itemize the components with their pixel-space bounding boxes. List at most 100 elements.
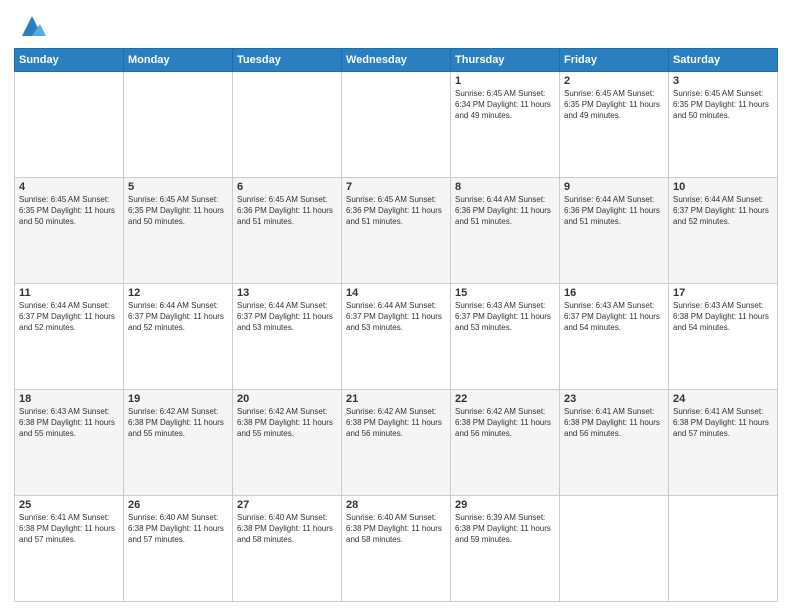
day-info: Sunrise: 6:43 AM Sunset: 6:37 PM Dayligh…: [564, 300, 664, 334]
day-number: 25: [19, 499, 119, 511]
day-info: Sunrise: 6:42 AM Sunset: 6:38 PM Dayligh…: [346, 406, 446, 440]
day-number: 18: [19, 393, 119, 405]
day-info: Sunrise: 6:41 AM Sunset: 6:38 PM Dayligh…: [673, 406, 773, 440]
day-info: Sunrise: 6:44 AM Sunset: 6:36 PM Dayligh…: [564, 194, 664, 228]
day-number: 27: [237, 499, 337, 511]
day-info: Sunrise: 6:41 AM Sunset: 6:38 PM Dayligh…: [564, 406, 664, 440]
day-info: Sunrise: 6:42 AM Sunset: 6:38 PM Dayligh…: [237, 406, 337, 440]
day-cell: 8Sunrise: 6:44 AM Sunset: 6:36 PM Daylig…: [451, 178, 560, 284]
calendar-header: SundayMondayTuesdayWednesdayThursdayFrid…: [15, 49, 778, 72]
week-row: 11Sunrise: 6:44 AM Sunset: 6:37 PM Dayli…: [15, 284, 778, 390]
day-cell: 15Sunrise: 6:43 AM Sunset: 6:37 PM Dayli…: [451, 284, 560, 390]
day-cell: [233, 72, 342, 178]
day-number: 24: [673, 393, 773, 405]
day-number: 2: [564, 75, 664, 87]
day-info: Sunrise: 6:45 AM Sunset: 6:36 PM Dayligh…: [346, 194, 446, 228]
day-cell: [124, 72, 233, 178]
day-info: Sunrise: 6:40 AM Sunset: 6:38 PM Dayligh…: [128, 512, 228, 546]
header-cell-friday: Friday: [560, 49, 669, 72]
week-row: 18Sunrise: 6:43 AM Sunset: 6:38 PM Dayli…: [15, 390, 778, 496]
day-cell: 17Sunrise: 6:43 AM Sunset: 6:38 PM Dayli…: [669, 284, 778, 390]
day-cell: 29Sunrise: 6:39 AM Sunset: 6:38 PM Dayli…: [451, 496, 560, 602]
day-info: Sunrise: 6:45 AM Sunset: 6:35 PM Dayligh…: [19, 194, 119, 228]
day-number: 21: [346, 393, 446, 405]
day-info: Sunrise: 6:45 AM Sunset: 6:35 PM Dayligh…: [128, 194, 228, 228]
day-cell: 10Sunrise: 6:44 AM Sunset: 6:37 PM Dayli…: [669, 178, 778, 284]
header-cell-sunday: Sunday: [15, 49, 124, 72]
day-number: 9: [564, 181, 664, 193]
day-cell: 16Sunrise: 6:43 AM Sunset: 6:37 PM Dayli…: [560, 284, 669, 390]
day-cell: 27Sunrise: 6:40 AM Sunset: 6:38 PM Dayli…: [233, 496, 342, 602]
day-info: Sunrise: 6:44 AM Sunset: 6:37 PM Dayligh…: [346, 300, 446, 334]
week-row: 1Sunrise: 6:45 AM Sunset: 6:34 PM Daylig…: [15, 72, 778, 178]
calendar-body: 1Sunrise: 6:45 AM Sunset: 6:34 PM Daylig…: [15, 72, 778, 602]
day-info: Sunrise: 6:42 AM Sunset: 6:38 PM Dayligh…: [128, 406, 228, 440]
day-cell: 7Sunrise: 6:45 AM Sunset: 6:36 PM Daylig…: [342, 178, 451, 284]
day-cell: 23Sunrise: 6:41 AM Sunset: 6:38 PM Dayli…: [560, 390, 669, 496]
day-cell: 14Sunrise: 6:44 AM Sunset: 6:37 PM Dayli…: [342, 284, 451, 390]
day-cell: 9Sunrise: 6:44 AM Sunset: 6:36 PM Daylig…: [560, 178, 669, 284]
header-cell-tuesday: Tuesday: [233, 49, 342, 72]
day-cell: 20Sunrise: 6:42 AM Sunset: 6:38 PM Dayli…: [233, 390, 342, 496]
day-cell: [342, 72, 451, 178]
day-info: Sunrise: 6:45 AM Sunset: 6:35 PM Dayligh…: [564, 88, 664, 122]
day-number: 3: [673, 75, 773, 87]
day-number: 19: [128, 393, 228, 405]
day-cell: 2Sunrise: 6:45 AM Sunset: 6:35 PM Daylig…: [560, 72, 669, 178]
day-number: 22: [455, 393, 555, 405]
day-info: Sunrise: 6:44 AM Sunset: 6:37 PM Dayligh…: [673, 194, 773, 228]
day-info: Sunrise: 6:41 AM Sunset: 6:38 PM Dayligh…: [19, 512, 119, 546]
day-cell: 11Sunrise: 6:44 AM Sunset: 6:37 PM Dayli…: [15, 284, 124, 390]
day-number: 29: [455, 499, 555, 511]
day-cell: 12Sunrise: 6:44 AM Sunset: 6:37 PM Dayli…: [124, 284, 233, 390]
header-row: SundayMondayTuesdayWednesdayThursdayFrid…: [15, 49, 778, 72]
day-number: 8: [455, 181, 555, 193]
logo: [14, 12, 46, 40]
header-cell-wednesday: Wednesday: [342, 49, 451, 72]
day-number: 4: [19, 181, 119, 193]
day-info: Sunrise: 6:44 AM Sunset: 6:37 PM Dayligh…: [128, 300, 228, 334]
week-row: 25Sunrise: 6:41 AM Sunset: 6:38 PM Dayli…: [15, 496, 778, 602]
day-cell: [15, 72, 124, 178]
header: [14, 12, 778, 40]
day-info: Sunrise: 6:39 AM Sunset: 6:38 PM Dayligh…: [455, 512, 555, 546]
header-cell-saturday: Saturday: [669, 49, 778, 72]
day-number: 14: [346, 287, 446, 299]
day-number: 28: [346, 499, 446, 511]
day-info: Sunrise: 6:44 AM Sunset: 6:36 PM Dayligh…: [455, 194, 555, 228]
day-info: Sunrise: 6:40 AM Sunset: 6:38 PM Dayligh…: [237, 512, 337, 546]
day-info: Sunrise: 6:43 AM Sunset: 6:37 PM Dayligh…: [455, 300, 555, 334]
day-cell: 28Sunrise: 6:40 AM Sunset: 6:38 PM Dayli…: [342, 496, 451, 602]
day-cell: 26Sunrise: 6:40 AM Sunset: 6:38 PM Dayli…: [124, 496, 233, 602]
page: SundayMondayTuesdayWednesdayThursdayFrid…: [0, 0, 792, 612]
day-cell: 19Sunrise: 6:42 AM Sunset: 6:38 PM Dayli…: [124, 390, 233, 496]
calendar-table: SundayMondayTuesdayWednesdayThursdayFrid…: [14, 48, 778, 602]
day-info: Sunrise: 6:45 AM Sunset: 6:35 PM Dayligh…: [673, 88, 773, 122]
day-cell: 13Sunrise: 6:44 AM Sunset: 6:37 PM Dayli…: [233, 284, 342, 390]
day-info: Sunrise: 6:45 AM Sunset: 6:34 PM Dayligh…: [455, 88, 555, 122]
day-cell: 21Sunrise: 6:42 AM Sunset: 6:38 PM Dayli…: [342, 390, 451, 496]
day-cell: [669, 496, 778, 602]
day-number: 17: [673, 287, 773, 299]
day-cell: 5Sunrise: 6:45 AM Sunset: 6:35 PM Daylig…: [124, 178, 233, 284]
header-cell-monday: Monday: [124, 49, 233, 72]
day-number: 1: [455, 75, 555, 87]
day-cell: 4Sunrise: 6:45 AM Sunset: 6:35 PM Daylig…: [15, 178, 124, 284]
day-info: Sunrise: 6:43 AM Sunset: 6:38 PM Dayligh…: [19, 406, 119, 440]
day-cell: 3Sunrise: 6:45 AM Sunset: 6:35 PM Daylig…: [669, 72, 778, 178]
day-cell: [560, 496, 669, 602]
day-number: 7: [346, 181, 446, 193]
day-number: 23: [564, 393, 664, 405]
day-number: 16: [564, 287, 664, 299]
day-info: Sunrise: 6:42 AM Sunset: 6:38 PM Dayligh…: [455, 406, 555, 440]
header-cell-thursday: Thursday: [451, 49, 560, 72]
day-cell: 24Sunrise: 6:41 AM Sunset: 6:38 PM Dayli…: [669, 390, 778, 496]
day-number: 5: [128, 181, 228, 193]
day-info: Sunrise: 6:40 AM Sunset: 6:38 PM Dayligh…: [346, 512, 446, 546]
day-number: 15: [455, 287, 555, 299]
day-number: 13: [237, 287, 337, 299]
day-cell: 1Sunrise: 6:45 AM Sunset: 6:34 PM Daylig…: [451, 72, 560, 178]
day-number: 6: [237, 181, 337, 193]
day-cell: 18Sunrise: 6:43 AM Sunset: 6:38 PM Dayli…: [15, 390, 124, 496]
day-cell: 25Sunrise: 6:41 AM Sunset: 6:38 PM Dayli…: [15, 496, 124, 602]
